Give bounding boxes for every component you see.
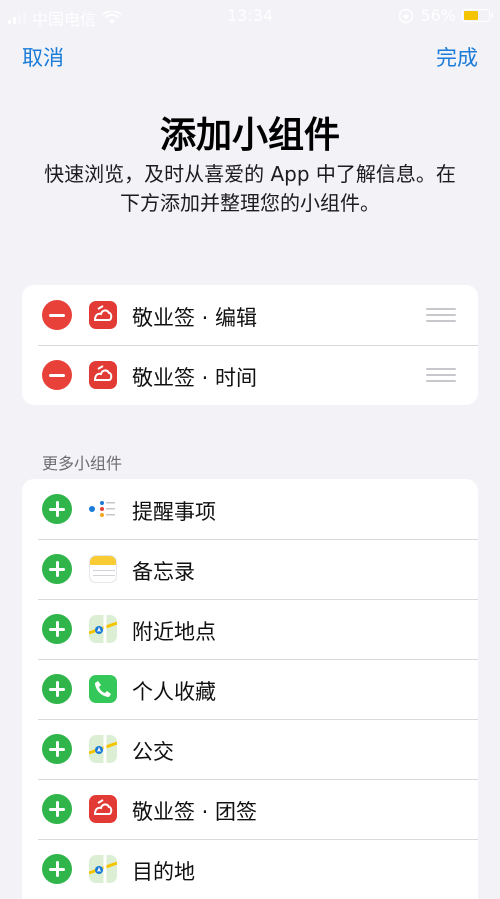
- reorder-handle-icon[interactable]: [426, 368, 456, 382]
- widget-row[interactable]: 敬业签 · 编辑: [22, 285, 478, 345]
- notes-icon: [89, 555, 117, 583]
- phone-icon: [89, 675, 117, 703]
- add-icon[interactable]: [42, 494, 72, 524]
- widget-row[interactable]: 提醒事项: [22, 479, 478, 539]
- widget-row[interactable]: 公交: [22, 719, 478, 779]
- widget-label: 公交: [132, 740, 174, 764]
- maps-icon: [89, 735, 117, 763]
- widget-row[interactable]: 附近地点: [22, 599, 478, 659]
- add-icon[interactable]: [42, 794, 72, 824]
- done-button[interactable]: 完成: [436, 42, 478, 72]
- add-icon[interactable]: [42, 734, 72, 764]
- page-subtitle: 快速浏览，及时从喜爱的 App 中了解信息。在下方添加并整理您的小组件。: [44, 162, 456, 215]
- reorder-handle-icon[interactable]: [426, 308, 456, 322]
- maps-icon: [89, 855, 117, 883]
- cancel-button[interactable]: 取消: [22, 42, 64, 72]
- widget-label: 附近地点: [132, 620, 216, 644]
- status-bar: 中国电信 13:34 56%: [0, 0, 500, 32]
- add-icon[interactable]: [42, 674, 72, 704]
- widget-row[interactable]: 敬业签 · 时间: [22, 345, 478, 405]
- battery-icon: [462, 9, 493, 22]
- jingyeqian-icon: [89, 361, 117, 389]
- jingyeqian-icon: [89, 301, 117, 329]
- widget-label: 提醒事项: [132, 500, 216, 524]
- widget-label: 敬业签 · 团签: [132, 800, 258, 824]
- add-icon[interactable]: [42, 614, 72, 644]
- orientation-lock-icon: [399, 8, 414, 23]
- widget-row[interactable]: 目的地: [22, 839, 478, 899]
- more-widgets-list: 提醒事项 备忘录 附近地点 个人收藏 公交 敬业签 · 团签 目的地: [22, 479, 478, 899]
- widget-label: 目的地: [132, 860, 195, 884]
- remove-icon[interactable]: [42, 300, 72, 330]
- widget-row[interactable]: 个人收藏: [22, 659, 478, 719]
- maps-icon: [89, 615, 117, 643]
- widget-label: 敬业签 · 编辑: [132, 306, 258, 330]
- widget-row[interactable]: 敬业签 · 团签: [22, 779, 478, 839]
- add-icon[interactable]: [42, 854, 72, 884]
- add-icon[interactable]: [42, 554, 72, 584]
- widget-label: 备忘录: [132, 560, 195, 584]
- battery-percent: 56%: [420, 6, 456, 25]
- remove-icon[interactable]: [42, 360, 72, 390]
- jingyeqian-icon: [89, 795, 117, 823]
- section-header: 更多小组件: [42, 454, 123, 473]
- reminders-icon: [89, 495, 117, 523]
- widget-label: 敬业签 · 时间: [132, 366, 258, 390]
- current-widgets-list: 敬业签 · 编辑 敬业签 · 时间: [22, 285, 478, 405]
- widget-row[interactable]: 备忘录: [22, 539, 478, 599]
- widget-label: 个人收藏: [132, 680, 216, 704]
- page-title: 添加小组件: [159, 115, 340, 156]
